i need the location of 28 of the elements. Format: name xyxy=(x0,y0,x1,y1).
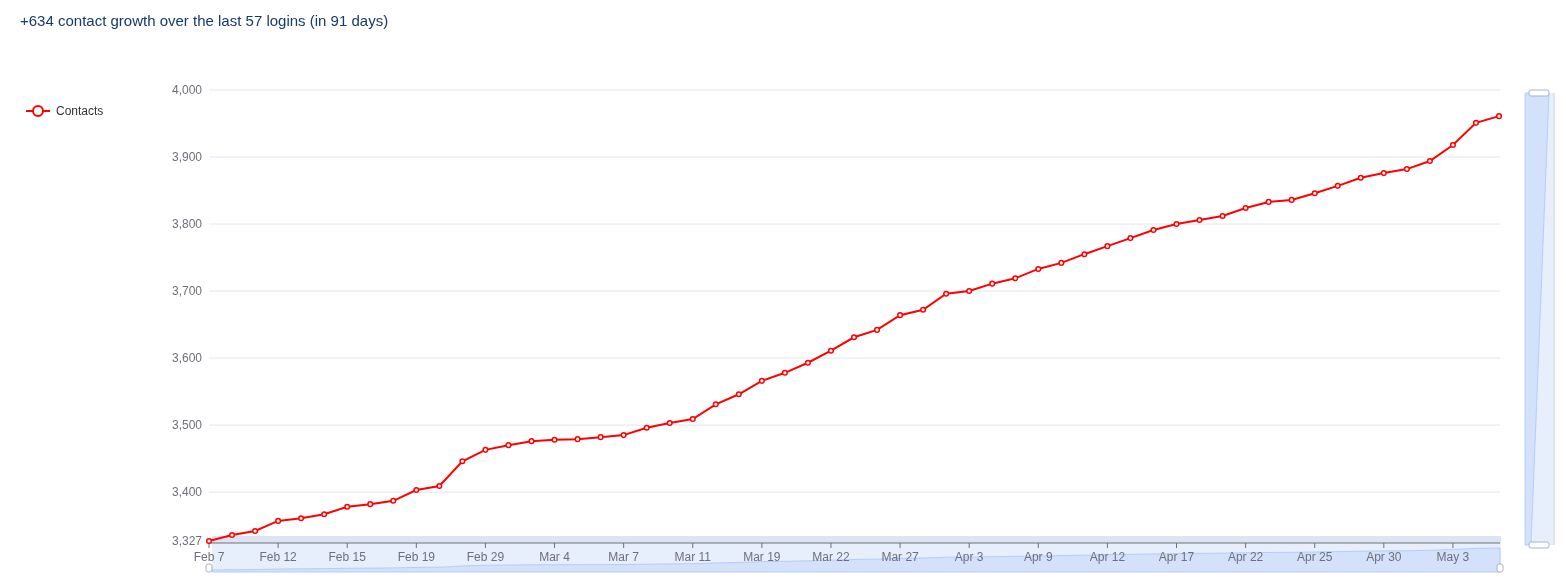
axis-label: 3,900 xyxy=(171,150,202,164)
axis-label: Feb 7 xyxy=(193,550,225,564)
axis-label: Mar 7 xyxy=(608,550,639,564)
axis-label: Apr 9 xyxy=(1023,550,1053,564)
axis-label: Mar 4 xyxy=(539,550,570,564)
axis-label: 3,400 xyxy=(171,485,202,500)
axis-label: Mar 11 xyxy=(674,550,711,564)
axis-label: Apr 12 xyxy=(1089,550,1126,564)
axis-label: Apr 17 xyxy=(1158,550,1195,564)
axis-label: May 3 xyxy=(1436,550,1470,564)
axis-label: 3,800 xyxy=(171,217,202,232)
axis-label: Mar 22 xyxy=(812,550,850,564)
axis-label: 3,327 xyxy=(171,534,202,548)
axis-label: Feb 15 xyxy=(328,550,366,564)
axis-label: Feb 19 xyxy=(397,550,435,564)
axis-label: Apr 30 xyxy=(1366,550,1402,564)
axis-label: 3,700 xyxy=(171,284,202,299)
axis-label: Apr 25 xyxy=(1297,550,1333,564)
axis-label: 3,500 xyxy=(171,418,202,433)
axis-label: Mar 19 xyxy=(743,550,781,564)
axis-label: Feb 12 xyxy=(259,550,297,564)
axis-label: 4,000 xyxy=(171,83,202,97)
axis-label: Apr 22 xyxy=(1227,550,1264,564)
axis-label: 3,600 xyxy=(171,351,202,366)
axis-label: Mar 27 xyxy=(881,550,919,564)
axis-label: Apr 3 xyxy=(954,550,984,564)
axis-label: Feb 29 xyxy=(466,550,505,564)
chart-title: +634 contact growth over the last 57 logins (in 91 days) xyxy=(19,11,390,31)
